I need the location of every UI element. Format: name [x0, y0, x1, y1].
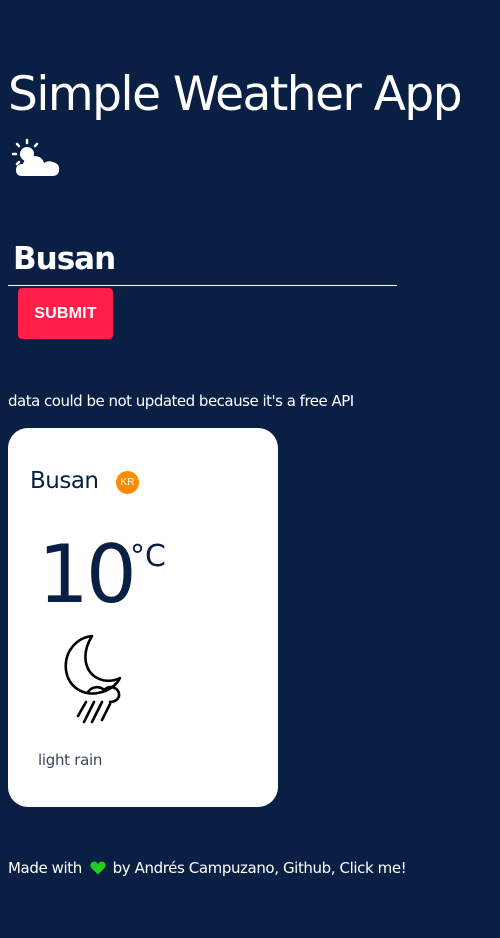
app-title: Simple Weather App — [8, 67, 463, 122]
heart-icon — [90, 861, 106, 875]
footer: Made with by Andrés Campuzano, Github, C… — [8, 859, 407, 877]
country-badge: KR — [116, 471, 139, 494]
footer-prefix: Made with — [8, 859, 82, 877]
night-rain-icon — [64, 634, 122, 724]
click-me-link[interactable]: Click me! — [340, 859, 407, 877]
weather-description: light rain — [38, 751, 103, 769]
submit-button[interactable]: SUBMIT — [18, 288, 113, 339]
city-search-input[interactable] — [8, 232, 397, 286]
github-link[interactable]: Github, — [283, 859, 336, 877]
api-disclaimer: data could be not updated because it's a… — [8, 392, 354, 410]
sun-behind-cloud-icon — [11, 138, 60, 176]
footer-author: by Andrés Campuzano, — [112, 859, 279, 877]
temperature-value: 10 — [38, 528, 137, 621]
card-city-name: Busan — [30, 468, 99, 494]
temperature-unit: °C — [130, 539, 166, 574]
